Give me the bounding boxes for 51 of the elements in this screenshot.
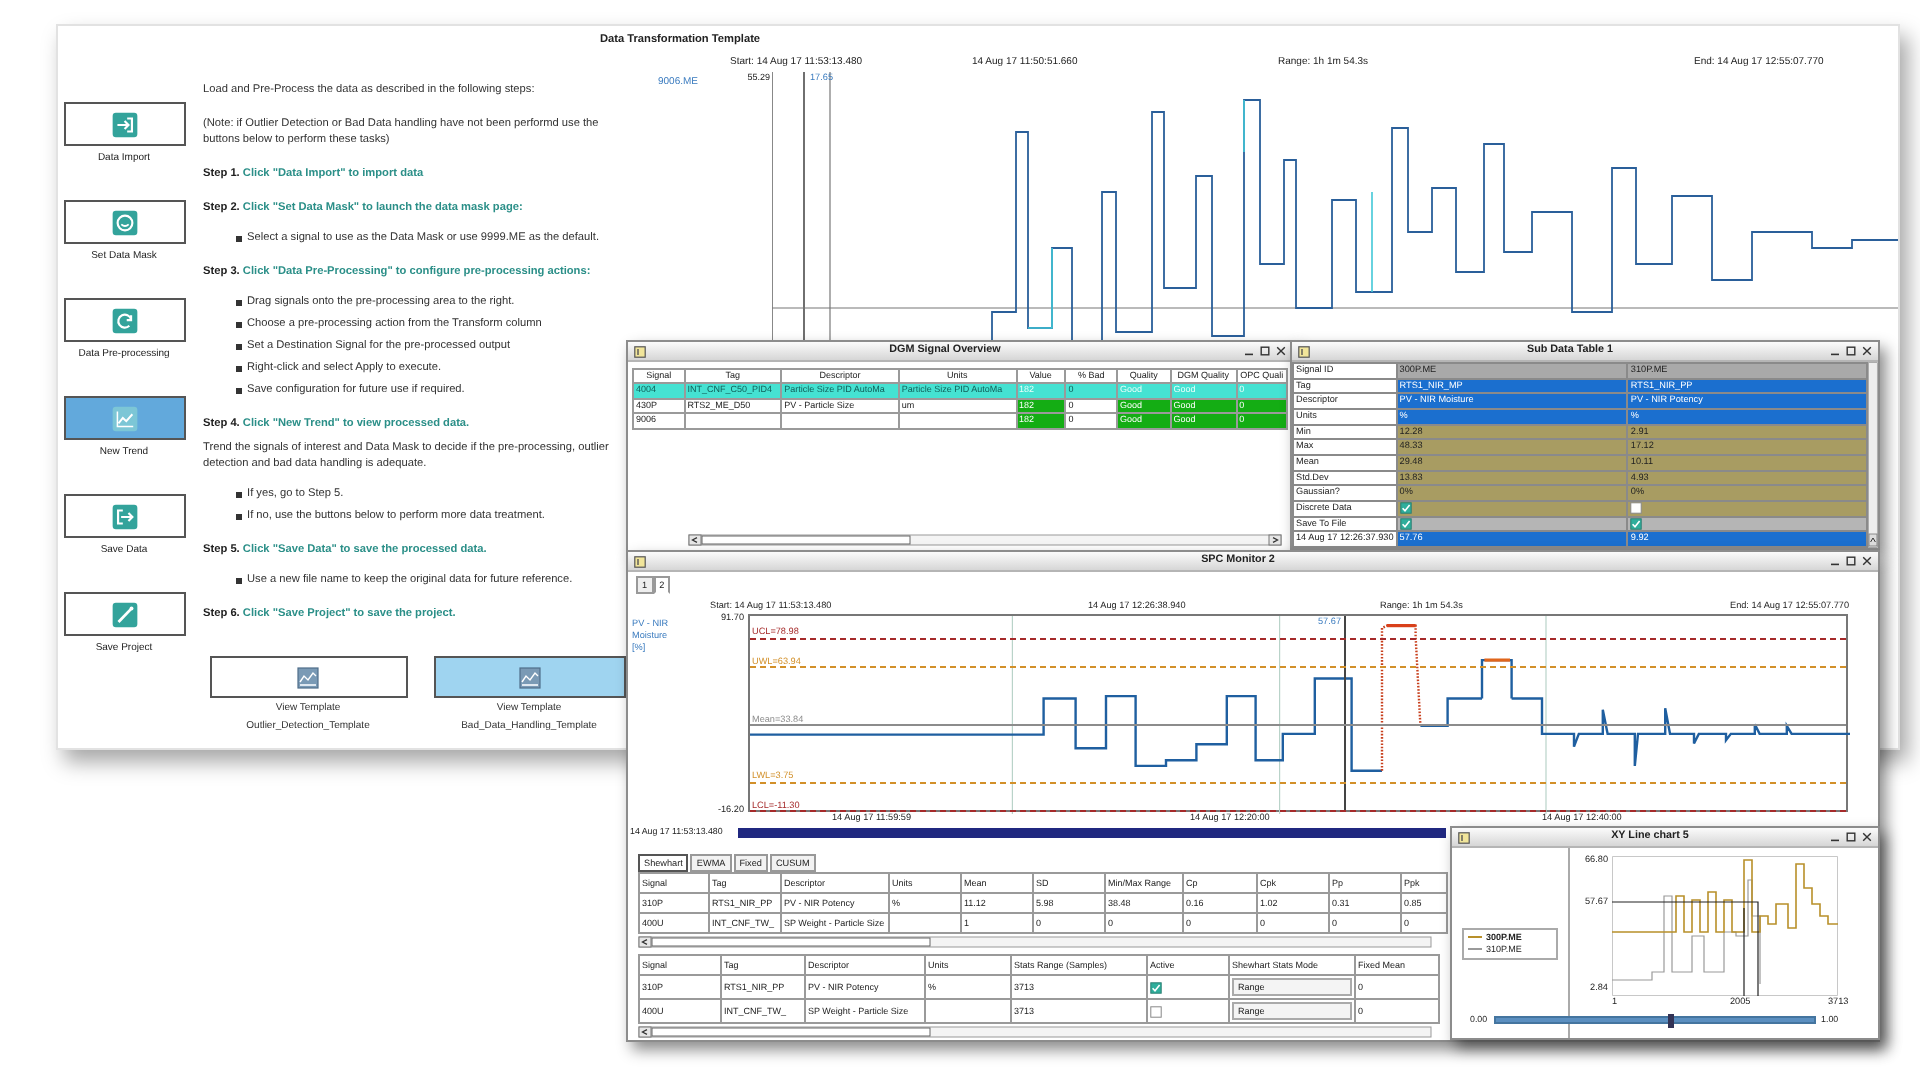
toolbar-button[interactable] xyxy=(63,396,185,440)
checkbox[interactable] xyxy=(1399,502,1412,515)
maximize-icon[interactable] xyxy=(1846,832,1856,842)
bullet-icon xyxy=(235,387,242,393)
smiley-icon xyxy=(111,209,137,235)
checkbox[interactable] xyxy=(1150,1005,1162,1017)
toolbar-button[interactable] xyxy=(63,494,185,538)
close-icon[interactable] xyxy=(1862,556,1872,566)
bullet-icon xyxy=(235,513,242,519)
maximize-icon[interactable] xyxy=(1846,556,1856,566)
arrow-out-box-icon xyxy=(111,503,137,529)
time-scrollbar[interactable] xyxy=(738,828,1446,838)
close-icon[interactable] xyxy=(1276,346,1286,356)
bullet-icon xyxy=(235,235,242,241)
bullet-icon xyxy=(235,343,242,349)
window-icon[interactable] xyxy=(1298,345,1310,357)
close-icon[interactable] xyxy=(1862,346,1872,356)
maximize-icon[interactable] xyxy=(1846,346,1856,356)
bullet-icon xyxy=(235,321,242,327)
cursor-line[interactable] xyxy=(1344,616,1347,810)
view-template-button[interactable] xyxy=(209,656,408,698)
bullet-icon xyxy=(235,365,242,371)
circular-arrow-icon xyxy=(111,307,137,333)
wand-icon xyxy=(111,601,137,627)
checkbox[interactable] xyxy=(1630,502,1643,515)
horizontal-scrollbar[interactable] xyxy=(638,1026,1432,1038)
toolbar-button[interactable] xyxy=(63,592,185,636)
maximize-icon[interactable] xyxy=(1260,346,1270,356)
window-icon[interactable] xyxy=(634,345,646,357)
vertical-scrollbar[interactable] xyxy=(1868,362,1878,548)
slider-thumb[interactable] xyxy=(1667,1014,1674,1029)
bullet-icon xyxy=(235,299,242,305)
window-icon[interactable] xyxy=(1458,831,1470,843)
horizontal-scrollbar[interactable] xyxy=(688,534,1282,546)
slider-track[interactable] xyxy=(1493,1016,1816,1025)
toolbar-button[interactable] xyxy=(63,200,185,244)
bullet-icon xyxy=(235,577,242,583)
horizontal-scrollbar[interactable] xyxy=(638,936,1432,948)
close-icon[interactable] xyxy=(1862,832,1872,842)
toolbar-button[interactable] xyxy=(63,102,185,146)
checkbox[interactable] xyxy=(1150,981,1162,993)
arrow-into-box-icon xyxy=(111,111,137,137)
line-chart-icon xyxy=(111,405,137,431)
bullet-icon xyxy=(235,491,242,497)
chart-document-icon xyxy=(296,665,321,689)
window-icon[interactable] xyxy=(634,555,646,567)
view-template-button[interactable] xyxy=(433,656,626,698)
toolbar-button[interactable] xyxy=(63,298,185,342)
checkbox[interactable] xyxy=(1630,517,1643,530)
checkbox[interactable] xyxy=(1399,517,1412,530)
chart-document-icon xyxy=(517,665,542,689)
